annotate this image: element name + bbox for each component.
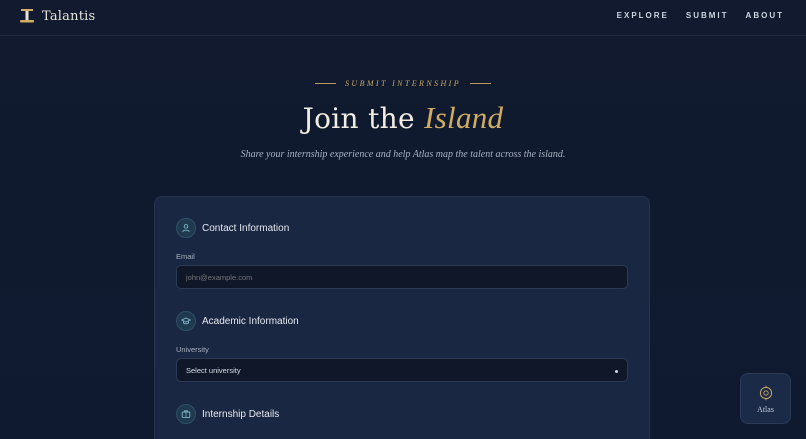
email-field-wrapper [176,265,628,289]
compass-icon [759,385,772,401]
nav-link-explore[interactable]: EXPLORE [617,11,669,20]
section-title-contact: Contact Information [202,222,290,234]
title-main: Join the [302,102,425,135]
eyebrow-line-right [469,83,491,84]
top-nav: Talantis EXPLORE SUBMIT ABOUT [0,0,806,36]
email-field[interactable] [186,272,618,282]
section-internship: Internship Details [176,404,279,424]
user-icon [176,218,196,238]
title-accent: Island [424,100,504,135]
university-select-value: Select university [186,365,241,375]
nav-links: EXPLORE SUBMIT ABOUT [600,11,784,20]
university-select[interactable]: Select university [176,358,628,382]
eyebrow-text: SUBMIT INTERNSHIP [345,79,461,88]
section-title-internship: Internship Details [202,408,280,420]
section-academic: Academic Information [176,311,299,331]
brand-logo[interactable]: Talantis [18,7,95,25]
hero-eyebrow: SUBMIT INTERNSHIP [0,79,806,88]
brand-name: Talantis [42,8,96,24]
section-contact: Contact Information [176,218,289,238]
briefcase-icon [176,404,196,424]
university-label: University [176,345,209,354]
submission-form-card: Contact Information Email Academic Infor… [154,196,650,439]
nav-link-submit[interactable]: SUBMIT [686,11,729,20]
pillar-icon [20,9,34,23]
chevron-down-icon [615,370,618,373]
atlas-label: Atlas [757,405,774,414]
email-label: Email [176,252,195,261]
eyebrow-line-left [315,83,336,84]
page-title: Join the Island [0,100,806,136]
section-title-academic: Academic Information [202,315,299,327]
atlas-assistant-button[interactable]: Atlas [740,373,791,424]
page-subtitle: Share your internship experience and hel… [240,149,566,160]
nav-link-about[interactable]: ABOUT [746,11,784,20]
graduation-cap-icon [176,311,196,331]
